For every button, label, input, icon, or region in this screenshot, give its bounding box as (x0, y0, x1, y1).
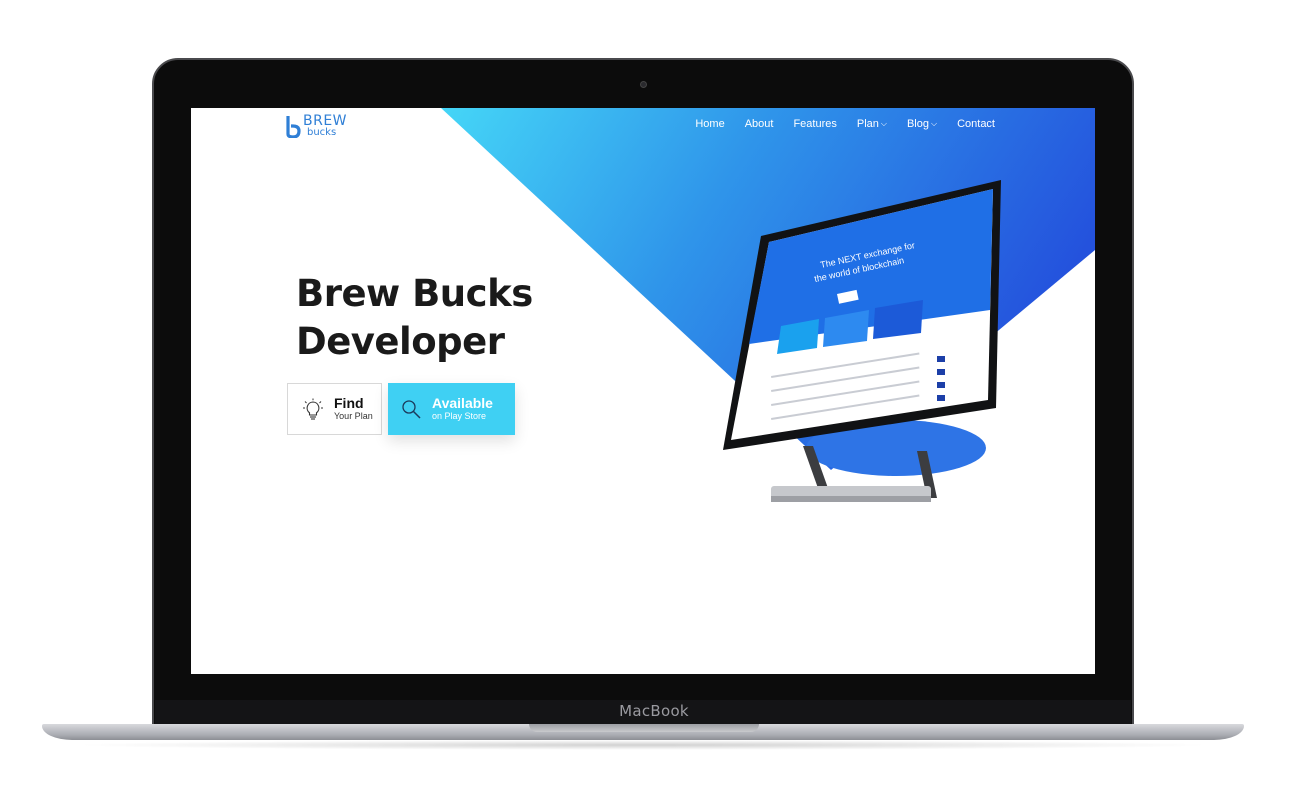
available-button-title: Available (432, 395, 493, 411)
nav-label: Contact (957, 118, 995, 130)
laptop-screen: BREW bucks Home About Features Plan ⌵ Blo… (191, 108, 1095, 674)
monitor-stand-left (803, 446, 829, 491)
play-store-button[interactable]: Available on Play Store (388, 383, 515, 435)
hero-title-line2: Developer (296, 320, 505, 363)
nav-about[interactable]: About (745, 118, 774, 130)
logo-line2: bucks (307, 127, 337, 138)
nav-contact[interactable]: Contact (957, 118, 995, 130)
nav-label: About (744, 118, 774, 130)
find-button-subtitle: Your Plan (334, 411, 373, 421)
monitor-mockup-image: The NEXT exchange for the world of block… (723, 180, 1001, 502)
nav-plan[interactable]: Plan ⌵ (857, 118, 887, 130)
nav-label: Features (793, 118, 837, 130)
find-button-title: Find (334, 395, 364, 411)
logo-mark-icon (286, 116, 301, 138)
nav-label: Blog (906, 118, 929, 130)
chevron-down-icon: ⌵ (931, 119, 938, 128)
lightbulb-icon (303, 398, 323, 420)
nav-home[interactable]: Home (695, 118, 724, 130)
search-icon (402, 400, 421, 419)
hero-title: Brew Bucks Developer (296, 270, 533, 366)
chevron-down-icon: ⌵ (880, 119, 887, 128)
nav-features[interactable]: Features (793, 118, 836, 130)
find-plan-button[interactable]: Find Your Plan (287, 383, 382, 435)
monitor-base-shadow (771, 496, 931, 502)
nav-label: Plan (856, 118, 879, 130)
hero-title-line1: Brew Bucks (296, 272, 533, 315)
laptop-brand-label: MacBook (619, 702, 689, 720)
brand-logo[interactable]: BREW bucks (285, 114, 347, 138)
available-button-subtitle: on Play Store (432, 411, 487, 421)
laptop-base-notch (529, 724, 759, 732)
nav-blog[interactable]: Blog ⌵ (907, 118, 937, 130)
laptop-shadow (70, 740, 1216, 750)
logo-line1: BREW (303, 113, 348, 129)
laptop-mockup: BREW bucks Home About Features Plan ⌵ Blo… (0, 0, 1308, 800)
main-nav: Home About Features Plan ⌵ Blog ⌵ Contact (695, 118, 995, 130)
camera-icon (640, 81, 647, 88)
nav-label: Home (695, 118, 725, 130)
